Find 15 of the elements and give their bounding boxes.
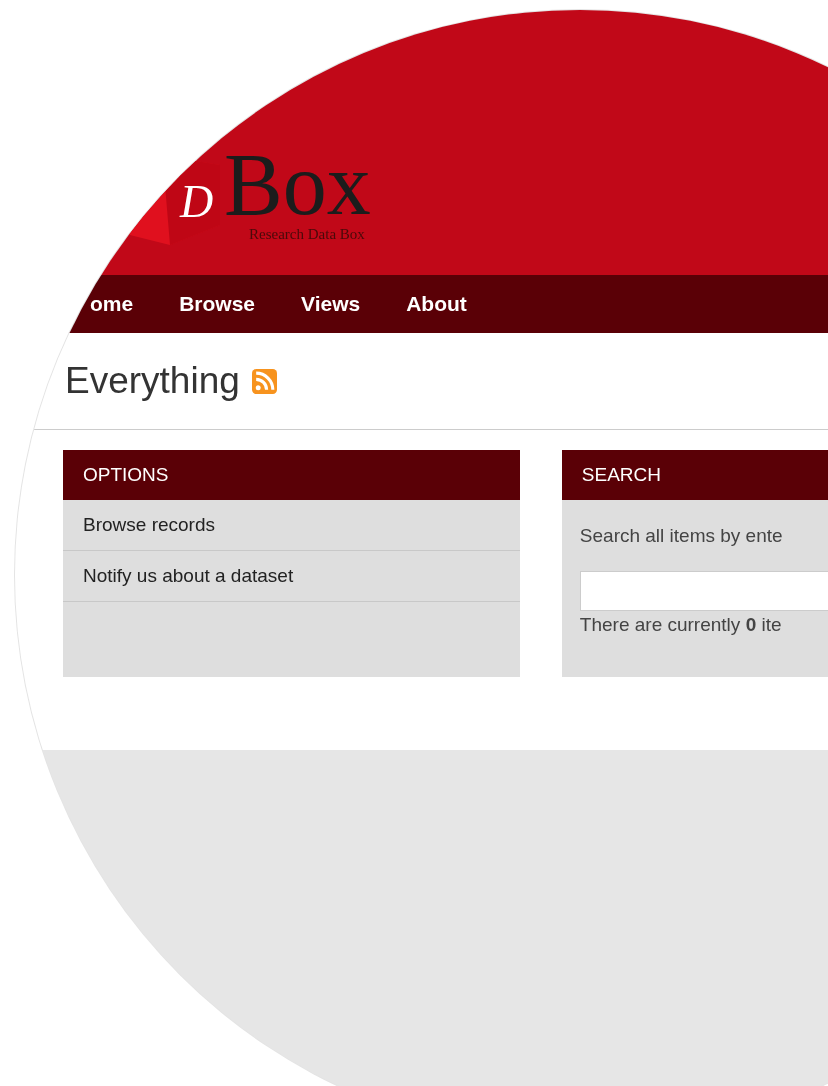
option-link[interactable]: Notify us about a dataset <box>63 551 520 602</box>
panel-heading: SEARCH <box>561 450 828 500</box>
search-instructions: Search all items by ente <box>579 524 784 548</box>
option-link[interactable]: Browse records <box>63 500 520 551</box>
nav-link[interactable]: ome <box>90 288 134 320</box>
page-title: Everything <box>65 358 240 403</box>
logo-tagline: Research Data Box <box>249 224 366 244</box>
logo-wordmark: Box <box>224 147 371 223</box>
rss-icon[interactable] <box>251 368 277 394</box>
nav-link[interactable]: Browse <box>179 288 256 320</box>
nav-link[interactable]: Views <box>301 288 361 320</box>
item-count-text: There are currently 0 ite <box>579 612 783 637</box>
nav-link[interactable]: About <box>406 288 467 320</box>
logo-letter: D <box>180 176 214 227</box>
panel-heading: OPTIONS <box>63 450 520 500</box>
